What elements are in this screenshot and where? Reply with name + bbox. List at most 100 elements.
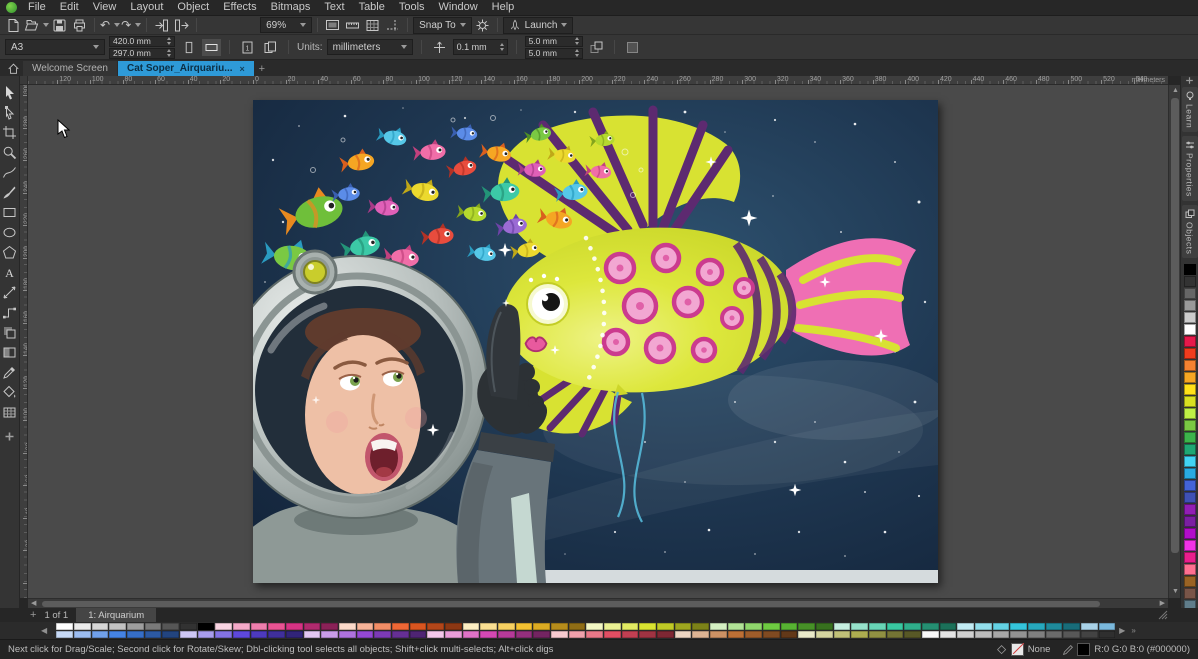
page-size-caret-icon[interactable] bbox=[93, 45, 99, 49]
color-swatch[interactable] bbox=[1184, 528, 1196, 539]
color-swatch[interactable] bbox=[1184, 360, 1196, 371]
undo-dropdown-caret-icon[interactable] bbox=[114, 23, 120, 27]
menu-table[interactable]: Table bbox=[352, 0, 392, 15]
color-swatch[interactable] bbox=[268, 623, 285, 630]
color-swatch[interactable] bbox=[622, 631, 639, 638]
color-swatch[interactable] bbox=[1184, 372, 1196, 383]
color-swatch[interactable] bbox=[851, 631, 868, 638]
color-swatch[interactable] bbox=[675, 623, 692, 630]
color-swatch[interactable] bbox=[268, 631, 285, 638]
color-swatch[interactable] bbox=[1028, 631, 1045, 638]
current-page-settings-button[interactable]: 1 bbox=[238, 39, 257, 56]
color-swatch[interactable] bbox=[1184, 456, 1196, 467]
color-swatch[interactable] bbox=[1063, 631, 1080, 638]
units-caret-icon[interactable] bbox=[401, 45, 407, 49]
color-swatch[interactable] bbox=[339, 631, 356, 638]
color-swatch[interactable] bbox=[1081, 631, 1098, 638]
options-gear-button[interactable] bbox=[473, 17, 492, 34]
outline-indicator[interactable]: R:0 G:0 B:0 (#000000) bbox=[1062, 643, 1190, 656]
menu-edit[interactable]: Edit bbox=[53, 0, 86, 15]
ellipse-tool-icon[interactable] bbox=[0, 222, 19, 242]
color-swatch[interactable] bbox=[1184, 552, 1196, 563]
color-swatch[interactable] bbox=[1184, 264, 1196, 275]
color-swatch[interactable] bbox=[781, 631, 798, 638]
color-swatch[interactable] bbox=[92, 631, 109, 638]
palette-scroll-left-icon[interactable]: ◀ bbox=[38, 626, 50, 635]
color-swatch[interactable] bbox=[127, 623, 144, 630]
nudge-distance-field[interactable]: 0.1 mm bbox=[453, 39, 508, 55]
add-page-button[interactable]: + bbox=[30, 609, 36, 621]
color-swatch[interactable] bbox=[798, 623, 815, 630]
color-swatch[interactable] bbox=[392, 631, 409, 638]
color-swatch[interactable] bbox=[569, 631, 586, 638]
menu-text[interactable]: Text bbox=[317, 0, 351, 15]
docker-tab-properties[interactable]: Properties bbox=[1182, 136, 1198, 201]
menu-layout[interactable]: Layout bbox=[123, 0, 170, 15]
color-swatch[interactable] bbox=[392, 623, 409, 630]
color-swatch[interactable] bbox=[74, 631, 91, 638]
color-swatch[interactable] bbox=[1184, 408, 1196, 419]
menu-tools[interactable]: Tools bbox=[392, 0, 432, 15]
menu-help[interactable]: Help bbox=[485, 0, 522, 15]
color-swatch[interactable] bbox=[851, 623, 868, 630]
color-swatch[interactable] bbox=[1184, 444, 1196, 455]
color-swatch[interactable] bbox=[657, 631, 674, 638]
color-swatch[interactable] bbox=[834, 631, 851, 638]
color-swatch[interactable] bbox=[569, 623, 586, 630]
color-swatch[interactable] bbox=[763, 623, 780, 630]
color-swatch[interactable] bbox=[1099, 631, 1116, 638]
horizontal-ruler[interactable]: millimeters 1201008060402002040608010012… bbox=[28, 76, 1168, 85]
color-swatch[interactable] bbox=[586, 623, 603, 630]
menu-bitmaps[interactable]: Bitmaps bbox=[264, 0, 318, 15]
show-guidelines-button[interactable] bbox=[383, 17, 402, 34]
save-button[interactable] bbox=[50, 17, 69, 34]
color-swatch[interactable] bbox=[1184, 288, 1196, 299]
color-swatch[interactable] bbox=[957, 623, 974, 630]
connector-tool-icon[interactable] bbox=[0, 302, 19, 322]
color-swatch[interactable] bbox=[745, 631, 762, 638]
color-swatch[interactable] bbox=[1184, 420, 1196, 431]
color-swatch[interactable] bbox=[251, 623, 268, 630]
freehand-tool-icon[interactable] bbox=[0, 162, 19, 182]
color-swatch[interactable] bbox=[1010, 623, 1027, 630]
color-swatch[interactable] bbox=[427, 623, 444, 630]
docker-tab-objects[interactable]: Objects bbox=[1182, 205, 1198, 258]
customize-toolbox-button[interactable] bbox=[0, 426, 19, 446]
color-swatch[interactable] bbox=[904, 623, 921, 630]
color-swatch[interactable] bbox=[604, 631, 621, 638]
color-swatch[interactable] bbox=[1184, 492, 1196, 503]
color-swatch[interactable] bbox=[145, 631, 162, 638]
palette-scroll-right-icon[interactable]: ▶ bbox=[1116, 626, 1128, 635]
page-height-field[interactable]: 297.0 mm bbox=[109, 48, 175, 59]
color-swatch[interactable] bbox=[127, 631, 144, 638]
color-swatch[interactable] bbox=[710, 623, 727, 630]
color-swatch[interactable] bbox=[145, 623, 162, 630]
page-tab-airquarium[interactable]: 1: Airquarium bbox=[76, 608, 156, 622]
color-swatch[interactable] bbox=[1184, 588, 1196, 599]
undo-button[interactable]: ↶ bbox=[100, 17, 120, 34]
color-swatch[interactable] bbox=[304, 631, 321, 638]
color-swatch[interactable] bbox=[374, 623, 391, 630]
color-swatch[interactable] bbox=[374, 631, 391, 638]
launch-dropdown[interactable]: Launch bbox=[503, 17, 574, 34]
color-swatch[interactable] bbox=[586, 631, 603, 638]
page-size-combo[interactable]: A3 bbox=[5, 39, 105, 55]
color-swatch[interactable] bbox=[74, 623, 91, 630]
color-swatch[interactable] bbox=[215, 631, 232, 638]
color-swatch[interactable] bbox=[993, 623, 1010, 630]
landscape-orientation-button[interactable] bbox=[202, 39, 221, 56]
menu-file[interactable]: File bbox=[21, 0, 53, 15]
color-swatch[interactable] bbox=[427, 631, 444, 638]
color-swatch[interactable] bbox=[604, 623, 621, 630]
show-grid-button[interactable] bbox=[363, 17, 382, 34]
color-swatch[interactable] bbox=[781, 623, 798, 630]
color-swatch[interactable] bbox=[551, 631, 568, 638]
color-swatch[interactable] bbox=[1184, 384, 1196, 395]
all-pages-settings-button[interactable] bbox=[261, 39, 280, 56]
color-swatch[interactable] bbox=[975, 631, 992, 638]
color-swatch[interactable] bbox=[869, 623, 886, 630]
import-button[interactable] bbox=[152, 17, 171, 34]
color-swatch[interactable] bbox=[286, 631, 303, 638]
color-swatch[interactable] bbox=[1046, 631, 1063, 638]
color-swatch[interactable] bbox=[498, 623, 515, 630]
